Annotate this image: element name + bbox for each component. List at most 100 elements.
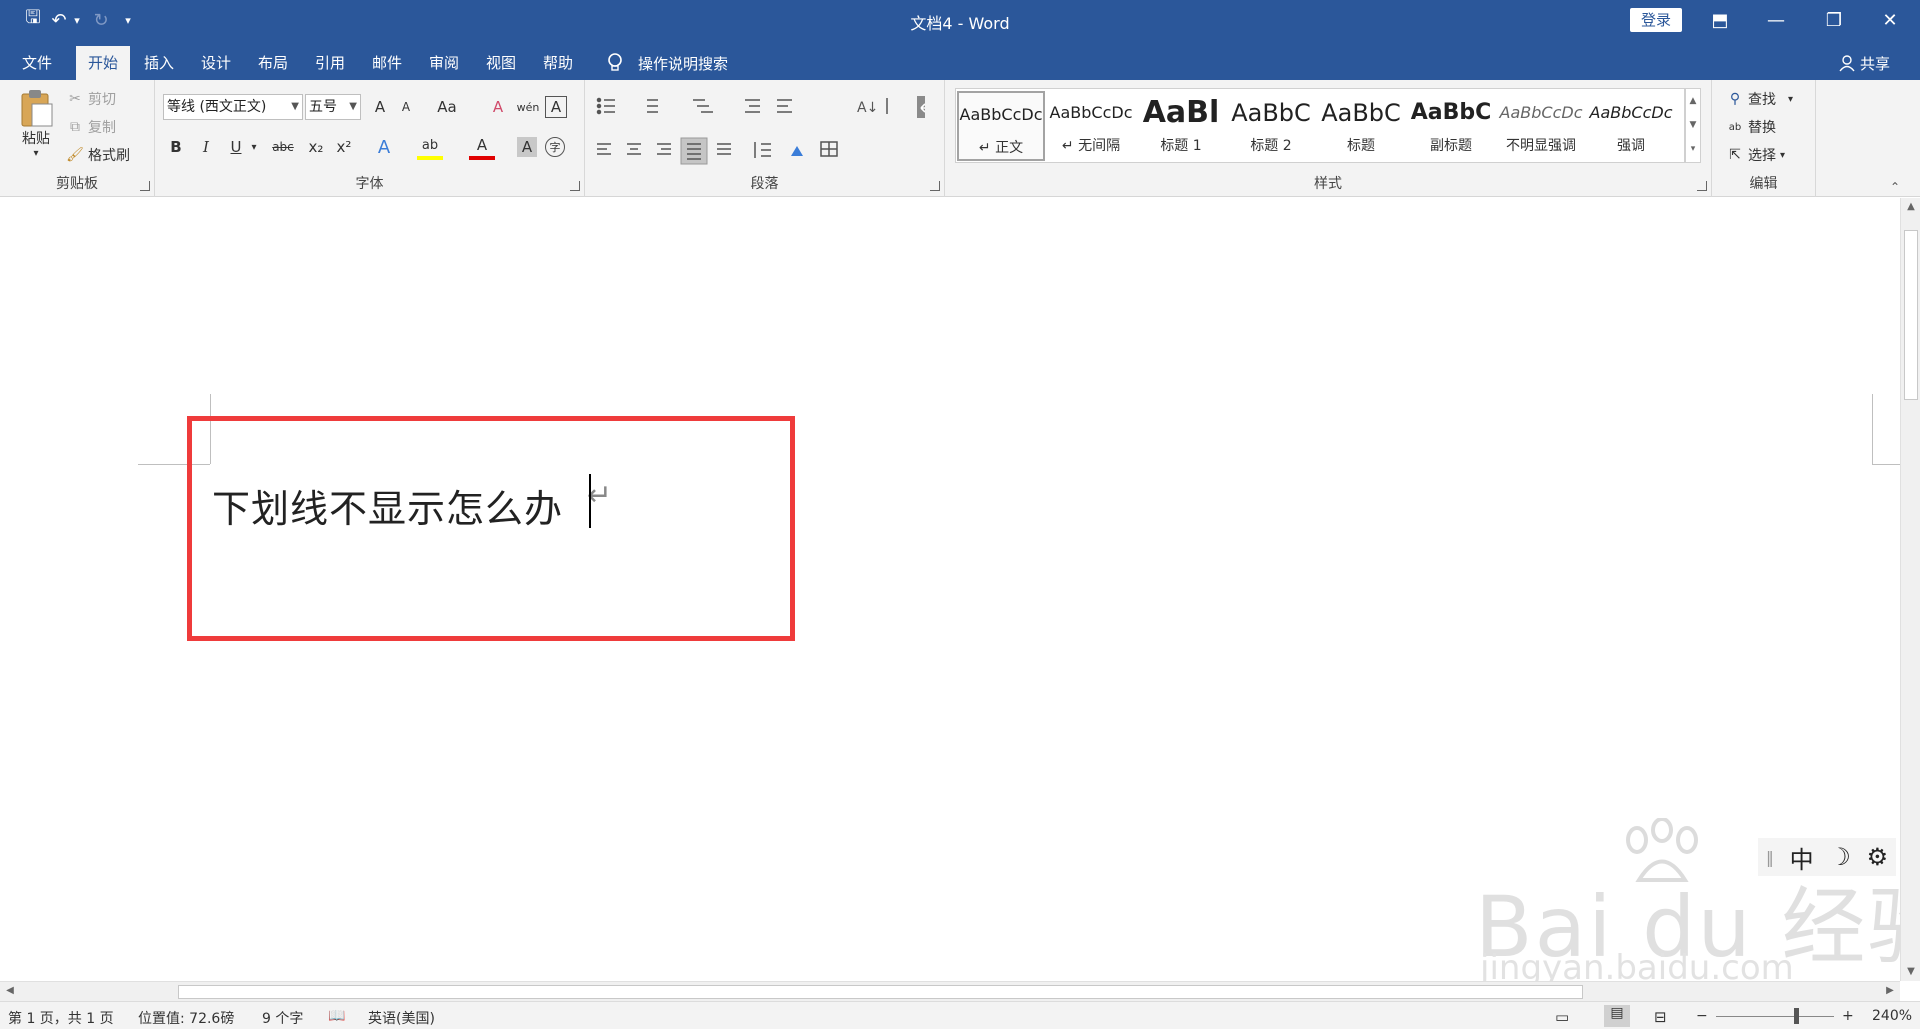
- chevron-up-icon[interactable]: ▲: [1686, 89, 1700, 113]
- position-value[interactable]: 位置值: 72.6磅: [138, 1008, 234, 1028]
- tab-file[interactable]: 文件: [10, 46, 64, 80]
- paste-icon: [21, 90, 53, 127]
- highlight-icon[interactable]: ab: [417, 134, 443, 160]
- save-icon[interactable]: 🖫: [18, 0, 48, 40]
- subscript-icon[interactable]: x₂: [303, 134, 329, 160]
- tab-home[interactable]: 开始: [76, 46, 130, 80]
- zoom-level[interactable]: 240%: [1872, 1008, 1912, 1024]
- underline-icon[interactable]: U: [223, 134, 249, 160]
- zoom-in-icon[interactable]: +: [1842, 1008, 1854, 1024]
- web-layout-icon[interactable]: ⊟: [1654, 1008, 1667, 1026]
- format-painter-button[interactable]: 🖌 格式刷: [66, 144, 130, 166]
- phonetic-guide-icon[interactable]: wén: [515, 94, 541, 120]
- replace-icon: ab: [1728, 121, 1742, 133]
- quick-access-toolbar: 🖫 ↶ ▾ ↻ ▾: [18, 0, 138, 40]
- print-layout-icon[interactable]: ▤: [1604, 1005, 1630, 1027]
- proofing-icon[interactable]: 📖: [328, 1008, 345, 1024]
- clear-formatting-icon[interactable]: A: [485, 94, 511, 120]
- character-border-icon[interactable]: A: [545, 96, 567, 118]
- tab-review[interactable]: 审阅: [417, 46, 471, 80]
- paragraph-launcher-icon[interactable]: [930, 181, 940, 191]
- language[interactable]: 英语(美国): [368, 1008, 435, 1028]
- font-name-select[interactable]: 等线 (西文正文) ▼: [163, 94, 303, 120]
- word-count[interactable]: 9 个字: [262, 1008, 303, 1028]
- chevron-down-icon: ▼: [291, 101, 299, 112]
- cut-label: 剪切: [88, 92, 116, 108]
- tab-mailings[interactable]: 邮件: [360, 46, 414, 80]
- share-button[interactable]: 共享: [1838, 46, 1890, 80]
- ribbon-display-options-icon[interactable]: ⬒: [1692, 0, 1748, 40]
- customize-qat-icon[interactable]: ▾: [118, 0, 138, 40]
- style-normal[interactable]: AaBbCcDc ↵ 正文: [957, 91, 1045, 161]
- character-shading-icon[interactable]: A: [517, 137, 537, 157]
- styles-launcher-icon[interactable]: [1697, 181, 1707, 191]
- style-preview: AaBbCcDc: [959, 105, 1043, 124]
- undo-dropdown-icon[interactable]: ▾: [70, 0, 84, 40]
- ime-toolbar: ‖ 中 ☽ ⚙: [1758, 838, 1896, 876]
- zoom-slider-thumb[interactable]: [1794, 1008, 1799, 1024]
- style-name: ↵ 无间隔: [1061, 138, 1121, 154]
- tab-references[interactable]: 引用: [303, 46, 357, 80]
- strikethrough-icon[interactable]: abc: [267, 134, 299, 160]
- tab-help[interactable]: 帮助: [531, 46, 585, 80]
- horizontal-scroll-thumb[interactable]: [178, 985, 1583, 999]
- grow-font-icon[interactable]: A: [367, 94, 393, 120]
- italic-icon[interactable]: I: [193, 134, 219, 160]
- tab-view[interactable]: 视图: [474, 46, 528, 80]
- style-heading-2[interactable]: AaBbC 标题 2: [1227, 91, 1315, 161]
- scroll-right-icon[interactable]: ▶: [1880, 982, 1900, 1000]
- collapse-ribbon-icon[interactable]: ⌃: [1890, 180, 1900, 194]
- change-case-icon[interactable]: Aa: [429, 94, 465, 120]
- tab-insert[interactable]: 插入: [132, 46, 186, 80]
- vertical-scrollbar[interactable]: ▲ ▼: [1900, 198, 1920, 981]
- moon-icon[interactable]: ☽: [1829, 843, 1851, 871]
- superscript-icon[interactable]: x²: [331, 134, 357, 160]
- paste-button[interactable]: 粘贴 ▾: [14, 88, 58, 168]
- close-icon[interactable]: ✕: [1862, 0, 1918, 40]
- minimize-icon[interactable]: —: [1748, 0, 1804, 40]
- scroll-down-icon[interactable]: ▼: [1901, 963, 1920, 981]
- text-effects-icon[interactable]: A: [371, 134, 397, 160]
- restore-icon[interactable]: ❐: [1806, 0, 1862, 40]
- bold-icon[interactable]: B: [163, 134, 189, 160]
- find-button[interactable]: ⚲ 查找 ▾: [1726, 88, 1793, 110]
- horizontal-scrollbar[interactable]: ◀ ▶: [0, 981, 1900, 1001]
- tell-me-search[interactable]: 操作说明搜索: [604, 46, 728, 80]
- login-button[interactable]: 登录: [1630, 8, 1682, 32]
- font-color-icon[interactable]: A: [469, 134, 495, 160]
- shrink-font-icon[interactable]: A: [393, 94, 419, 120]
- vertical-scroll-thumb[interactable]: [1904, 230, 1918, 400]
- replace-button[interactable]: ab 替换: [1726, 116, 1776, 138]
- enclose-characters-icon[interactable]: 字: [545, 137, 565, 157]
- tab-design[interactable]: 设计: [189, 46, 243, 80]
- scroll-up-icon[interactable]: ▲: [1901, 198, 1920, 216]
- tab-layout[interactable]: 布局: [246, 46, 300, 80]
- styles-gallery-scroll[interactable]: ▲ ▼ ▾: [1685, 88, 1701, 163]
- select-label: 选择: [1748, 148, 1776, 164]
- select-button[interactable]: ⇱ 选择 ▾: [1726, 144, 1785, 166]
- zoom-slider-track[interactable]: [1716, 1016, 1834, 1017]
- copy-button[interactable]: ⧉ 复制: [66, 116, 116, 138]
- underline-dropdown-icon[interactable]: ▾: [247, 134, 261, 160]
- scroll-left-icon[interactable]: ◀: [0, 982, 20, 1000]
- style-emphasis[interactable]: AaBbCcDc 强调: [1587, 91, 1675, 161]
- font-size-select[interactable]: 五号 ▼: [305, 94, 361, 120]
- redo-icon[interactable]: ↻: [84, 0, 118, 40]
- undo-icon[interactable]: ↶: [48, 0, 70, 40]
- cut-button[interactable]: ✂ 剪切: [66, 88, 116, 110]
- read-mode-icon[interactable]: ▭: [1555, 1008, 1569, 1026]
- style-heading-1[interactable]: AaBl 标题 1: [1137, 91, 1225, 161]
- settings-gear-icon[interactable]: ⚙: [1867, 843, 1889, 871]
- zoom-out-icon[interactable]: −: [1696, 1008, 1708, 1024]
- style-no-spacing[interactable]: AaBbCcDc ↵ 无间隔: [1047, 91, 1135, 161]
- drag-handle-icon[interactable]: ‖: [1766, 848, 1774, 867]
- style-title[interactable]: AaBbC 标题: [1317, 91, 1405, 161]
- font-launcher-icon[interactable]: [570, 181, 580, 191]
- style-subtitle[interactable]: AaBbC 副标题: [1407, 91, 1495, 161]
- chevron-down-icon[interactable]: ▼: [1686, 113, 1700, 137]
- more-styles-icon[interactable]: ▾: [1686, 137, 1700, 161]
- page-count[interactable]: 第 1 页，共 1 页: [8, 1008, 114, 1028]
- clipboard-launcher-icon[interactable]: [140, 181, 150, 191]
- style-subtle-emphasis[interactable]: AaBbCcDc 不明显强调: [1497, 91, 1585, 161]
- ime-mode-toggle[interactable]: 中: [1790, 840, 1814, 875]
